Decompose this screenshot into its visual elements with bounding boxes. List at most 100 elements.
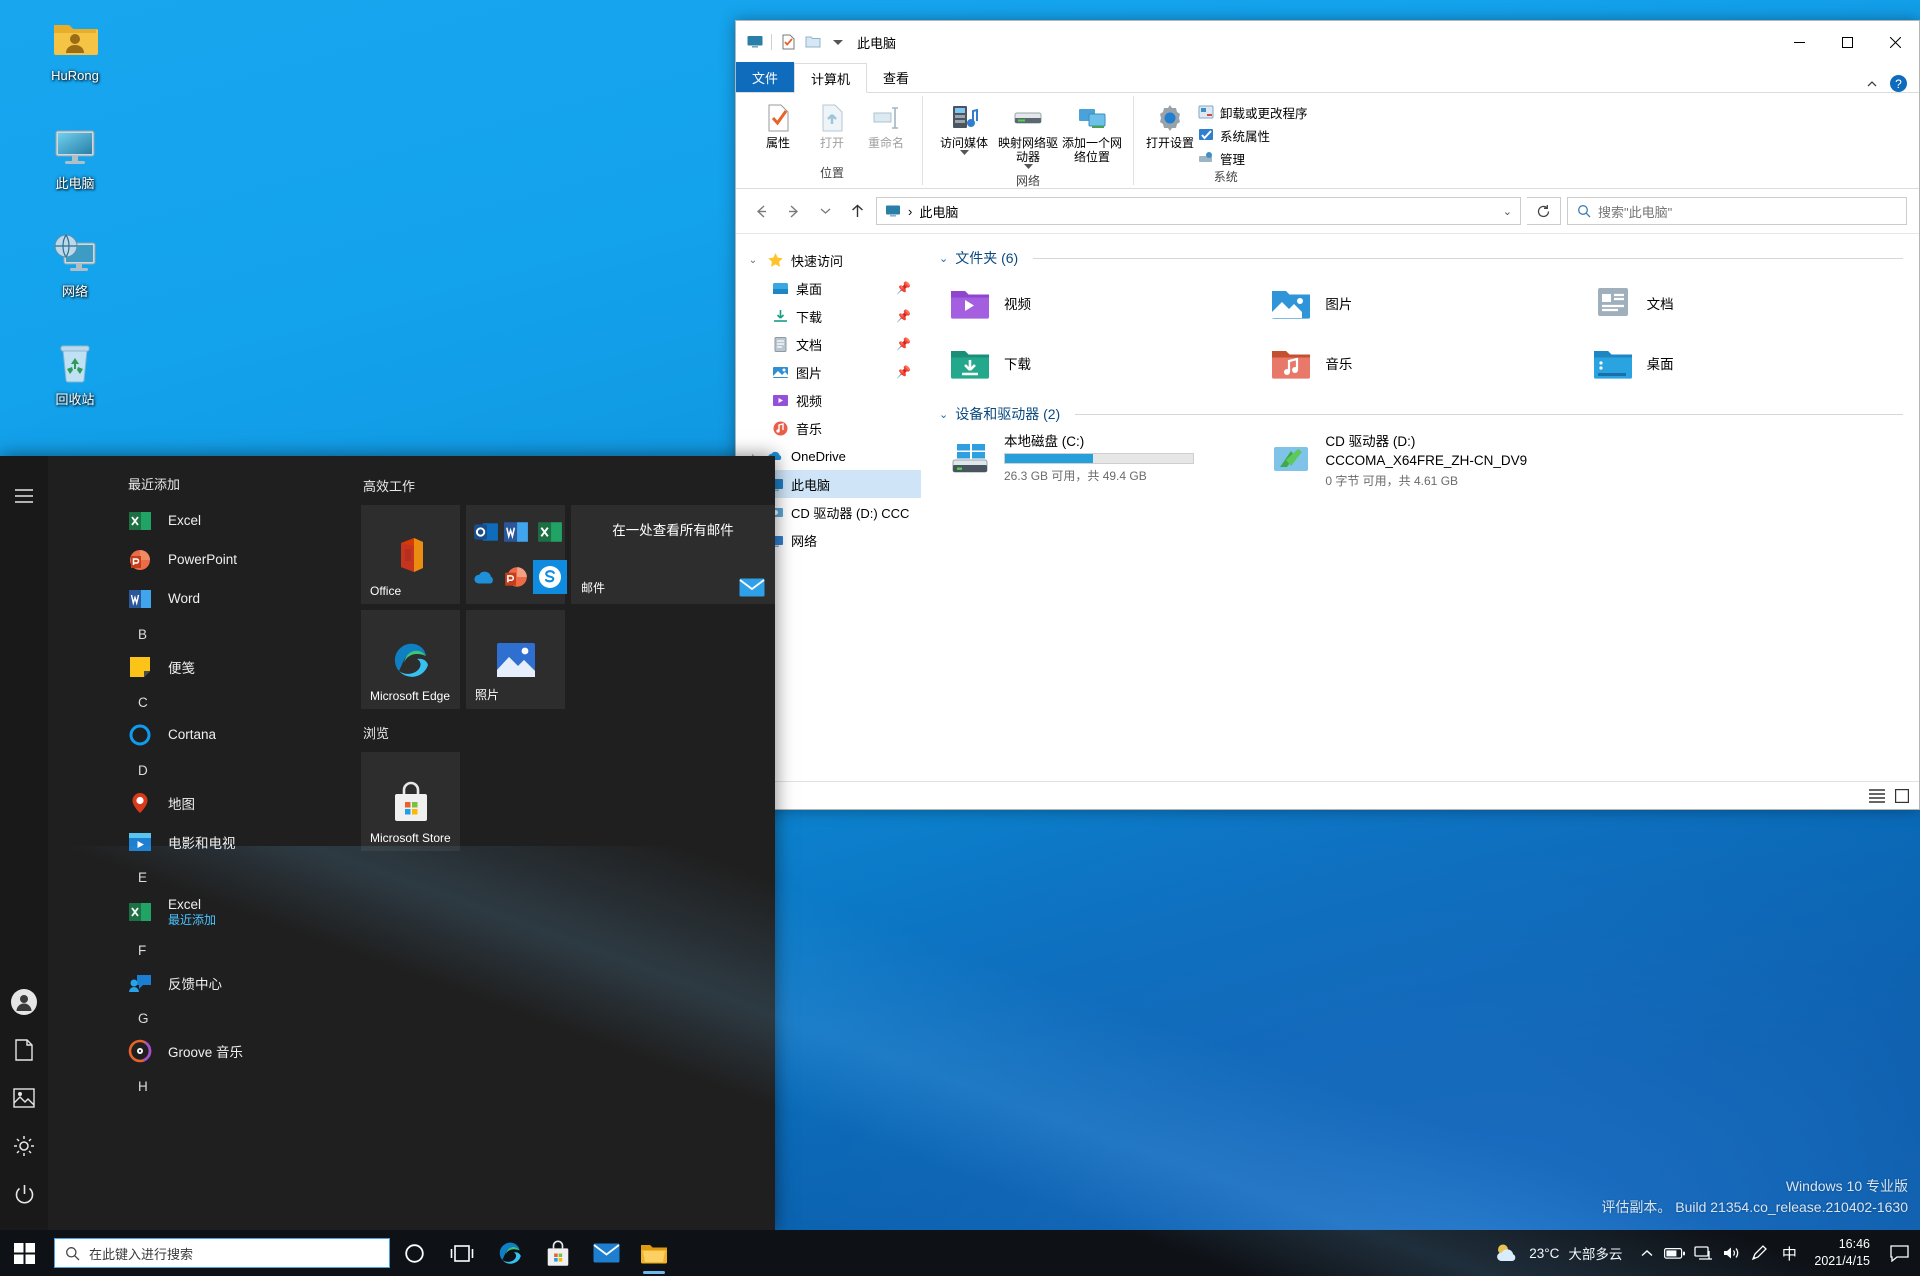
- app-item-cortana[interactable]: Cortana: [48, 715, 345, 754]
- chevron-down-icon[interactable]: ⌄: [939, 408, 948, 421]
- volume-button[interactable]: [1718, 1230, 1744, 1276]
- details-view-icon[interactable]: [1869, 788, 1885, 803]
- drives-group-header[interactable]: ⌄ 设备和驱动器 (2): [939, 404, 1903, 424]
- pictures-icon[interactable]: [0, 1074, 48, 1122]
- tile-microsoft-edge[interactable]: Microsoft Edge: [361, 610, 460, 709]
- app-item-sticky-notes[interactable]: 便笺: [48, 647, 345, 686]
- app-item-feedback-hub[interactable]: 反馈中心: [48, 963, 345, 1002]
- letter-header-b[interactable]: B: [48, 618, 345, 647]
- help-icon[interactable]: ?: [1890, 75, 1907, 92]
- start-button[interactable]: [0, 1230, 48, 1276]
- taskbar-button-edge[interactable]: [486, 1230, 534, 1276]
- chevron-down-icon[interactable]: [1023, 164, 1033, 170]
- search-box[interactable]: 搜索"此电脑": [1567, 197, 1907, 225]
- taskbar-search-box[interactable]: 在此键入进行搜索: [54, 1238, 390, 1268]
- nav-item-music[interactable]: 音乐: [742, 414, 921, 442]
- letter-header-h[interactable]: H: [48, 1070, 345, 1099]
- close-button[interactable]: [1871, 21, 1919, 63]
- taskbar-button-store[interactable]: [534, 1230, 582, 1276]
- pin-icon[interactable]: 📌: [896, 281, 911, 295]
- new-folder-icon[interactable]: [804, 33, 822, 51]
- large-icons-view-icon[interactable]: [1895, 788, 1909, 803]
- pin-icon[interactable]: 📌: [896, 365, 911, 379]
- tile-mail[interactable]: 在一处查看所有邮件 邮件: [571, 505, 775, 604]
- ribbon-map-drive-button[interactable]: 映射网络驱动器: [997, 100, 1059, 172]
- ribbon-rename-button[interactable]: 重命名: [860, 100, 912, 152]
- ribbon-manage-button[interactable]: 管理: [1198, 149, 1308, 168]
- taskbar-clock[interactable]: 16:46 2021/4/15: [1806, 1236, 1882, 1270]
- network-status-button[interactable]: [1690, 1230, 1716, 1276]
- taskbar-button-mail[interactable]: [582, 1230, 630, 1276]
- letter-header-e[interactable]: E: [48, 861, 345, 890]
- ribbon-properties-button[interactable]: 属性: [752, 100, 804, 152]
- folder-item[interactable]: 文档: [1582, 278, 1903, 328]
- address-dropdown-icon[interactable]: ⌄: [1503, 205, 1512, 218]
- app-item-word[interactable]: Word: [48, 579, 345, 618]
- recent-locations-button[interactable]: [812, 198, 838, 224]
- folder-item[interactable]: 音乐: [1260, 338, 1581, 388]
- up-button[interactable]: [844, 198, 870, 224]
- letter-header-c[interactable]: C: [48, 686, 345, 715]
- tile-photos[interactable]: 照片: [466, 610, 565, 709]
- desktop-icon-network[interactable]: 网络: [0, 224, 150, 312]
- action-center-button[interactable]: [1884, 1230, 1914, 1276]
- tile-group-header-browse[interactable]: 浏览: [363, 723, 775, 742]
- nav-item-videos[interactable]: 视频: [742, 386, 921, 414]
- folder-item[interactable]: 图片: [1260, 278, 1581, 328]
- tab-computer[interactable]: 计算机: [794, 63, 868, 93]
- tile-microsoft-store[interactable]: Microsoft Store: [361, 752, 460, 851]
- letter-header-d[interactable]: D: [48, 754, 345, 783]
- nav-item-desktop[interactable]: 桌面 📌: [742, 274, 921, 302]
- app-item-maps[interactable]: 地图: [48, 783, 345, 822]
- desktop-icon-this-pc[interactable]: 此电脑: [0, 116, 150, 204]
- power-icon[interactable]: [0, 1170, 48, 1218]
- letter-header-f[interactable]: F: [48, 934, 345, 963]
- nav-item-quick-access[interactable]: ⌄ 快速访问: [742, 246, 921, 274]
- tile-office[interactable]: Office: [361, 505, 460, 604]
- ribbon-add-network-location-button[interactable]: 添加一个网络位置: [1061, 100, 1123, 166]
- hamburger-menu-icon[interactable]: [0, 472, 48, 520]
- ribbon-uninstall-button[interactable]: 卸载或更改程序: [1198, 103, 1308, 122]
- ribbon-system-properties-button[interactable]: 系统属性: [1198, 126, 1308, 145]
- chevron-down-icon[interactable]: [959, 150, 969, 156]
- letter-header-g[interactable]: G: [48, 1002, 345, 1031]
- drive-item[interactable]: CD 驱动器 (D:) CCCOMA_X64FRE_ZH-CN_DV9 0 字节…: [1260, 434, 1581, 496]
- chevron-down-icon[interactable]: ⌄: [746, 255, 760, 266]
- ime-indicator[interactable]: 中: [1774, 1230, 1804, 1276]
- taskbar-button-file-explorer[interactable]: [630, 1230, 678, 1276]
- nav-item-pictures[interactable]: 图片 📌: [742, 358, 921, 386]
- battery-status-button[interactable]: [1662, 1230, 1688, 1276]
- this-pc-icon[interactable]: [746, 33, 764, 51]
- tile-folder-office-apps[interactable]: [466, 505, 567, 604]
- user-avatar-icon[interactable]: [0, 978, 48, 1026]
- taskbar-button-task-view[interactable]: [438, 1230, 486, 1276]
- chevron-up-icon[interactable]: [1866, 78, 1878, 90]
- desktop-icon-hurong[interactable]: HuRong: [0, 8, 150, 96]
- maximize-button[interactable]: [1823, 21, 1871, 63]
- properties-icon[interactable]: [779, 33, 797, 51]
- address-bar[interactable]: › 此电脑 ⌄: [876, 197, 1521, 225]
- back-button[interactable]: [748, 198, 774, 224]
- documents-icon[interactable]: [0, 1026, 48, 1074]
- settings-gear-icon[interactable]: [0, 1122, 48, 1170]
- pin-icon[interactable]: 📌: [896, 337, 911, 351]
- folders-group-header[interactable]: ⌄ 文件夹 (6): [939, 248, 1903, 268]
- minimize-button[interactable]: [1775, 21, 1823, 63]
- start-app-list[interactable]: 最近添加 Excel PowerPoint Word B 便笺 C Cortan…: [48, 456, 345, 1230]
- folder-item[interactable]: 视频: [939, 278, 1260, 328]
- forward-button[interactable]: [780, 198, 806, 224]
- drive-item[interactable]: 本地磁盘 (C:) 26.3 GB 可用，共 49.4 GB: [939, 434, 1260, 496]
- desktop-icon-recycle-bin[interactable]: 回收站: [0, 332, 150, 420]
- tile-group-header-productivity[interactable]: 高效工作: [363, 476, 775, 495]
- pin-icon[interactable]: 📌: [896, 309, 911, 323]
- tab-view[interactable]: 查看: [867, 62, 925, 92]
- taskbar-button-cortana[interactable]: [390, 1230, 438, 1276]
- refresh-button[interactable]: [1527, 197, 1561, 225]
- show-hidden-icons-button[interactable]: [1634, 1230, 1660, 1276]
- nav-item-documents[interactable]: 文档 📌: [742, 330, 921, 358]
- chevron-down-icon[interactable]: [829, 33, 847, 51]
- nav-item-downloads[interactable]: 下载 📌: [742, 302, 921, 330]
- taskbar-weather-widget[interactable]: 23°C 大部多云: [1484, 1242, 1632, 1264]
- folder-item[interactable]: 桌面: [1582, 338, 1903, 388]
- tab-file[interactable]: 文件: [736, 62, 795, 92]
